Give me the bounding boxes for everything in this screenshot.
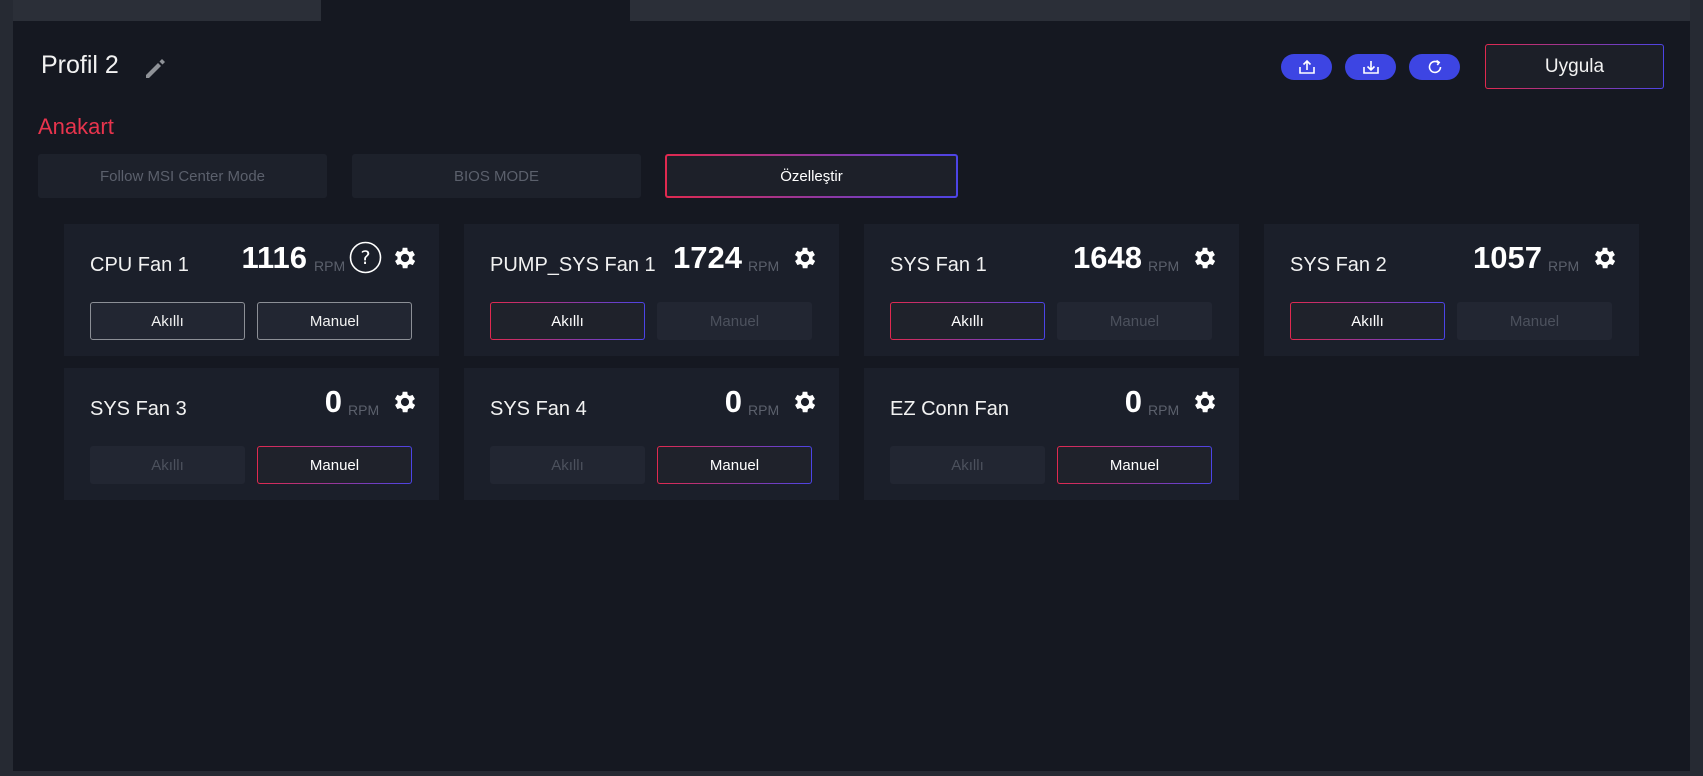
fan-rpm-unit: RPM — [1548, 258, 1580, 274]
smart-button[interactable]: Akıllı — [90, 302, 245, 340]
manual-button[interactable]: Manuel — [657, 446, 812, 484]
top-tab-active[interactable] — [321, 0, 630, 21]
mode-bios[interactable]: BIOS MODE — [352, 154, 641, 198]
fan-rpm: 1648 — [1073, 240, 1142, 275]
top-tab-bar — [13, 0, 1690, 21]
manual-button[interactable]: Manuel — [657, 302, 812, 340]
fan-name: SYS Fan 1 — [890, 254, 987, 276]
fan-rpm: 0 — [724, 384, 742, 419]
manual-button[interactable]: Manuel — [257, 446, 412, 484]
reset-icon — [1428, 59, 1441, 74]
reset-button[interactable] — [1409, 54, 1460, 80]
fan-name: EZ Conn Fan — [890, 398, 1009, 420]
fan-rpm-unit: RPM — [748, 258, 780, 274]
main-panel: Profil 2 Uygula Anakart Follow MSI Cente… — [13, 21, 1690, 771]
export-icon — [1298, 59, 1315, 74]
import-button[interactable] — [1345, 54, 1396, 80]
fan-rpm-unit: RPM — [348, 402, 380, 418]
smart-button[interactable]: Akıllı — [490, 302, 645, 340]
svg-text:?: ? — [360, 247, 370, 269]
fan-card-sys-fan-1: SYS Fan 1 1648 RPM Akıllı Manuel — [864, 224, 1239, 356]
fan-rpm-unit: RPM — [1148, 402, 1180, 418]
fan-rpm: 0 — [324, 384, 342, 419]
fan-card-ez-conn-fan: EZ Conn Fan 0 RPM Akıllı Manuel — [864, 368, 1239, 500]
fan-rpm: 1724 — [673, 240, 742, 275]
section-title: Anakart — [38, 114, 114, 139]
fan-name: SYS Fan 2 — [1290, 254, 1387, 276]
fan-name: PUMP_SYS Fan 1 — [490, 254, 656, 276]
smart-button[interactable]: Akıllı — [890, 302, 1045, 340]
profile-title: Profil 2 — [41, 51, 119, 79]
top-tab-left[interactable] — [13, 0, 321, 21]
fan-rpm-unit: RPM — [1148, 258, 1180, 274]
manual-button[interactable]: Manuel — [1057, 302, 1212, 340]
fan-name: SYS Fan 3 — [90, 398, 187, 420]
smart-button[interactable]: Akıllı — [890, 446, 1045, 484]
manual-button[interactable]: Manuel — [1457, 302, 1612, 340]
fan-rpm: 1116 — [241, 240, 307, 275]
help-icon[interactable]: ? — [349, 241, 382, 274]
gear-icon[interactable] — [791, 388, 819, 416]
fan-rpm: 0 — [1124, 384, 1142, 419]
smart-button[interactable]: Akıllı — [1290, 302, 1445, 340]
manual-button[interactable]: Manuel — [1057, 446, 1212, 484]
fan-card-sys-fan-4: SYS Fan 4 0 RPM Akıllı Manuel — [464, 368, 839, 500]
gear-icon[interactable] — [1191, 388, 1219, 416]
fan-card-sys-fan-3: SYS Fan 3 0 RPM Akıllı Manuel — [64, 368, 439, 500]
gear-icon[interactable] — [391, 388, 419, 416]
fan-card-cpu-fan-1: CPU Fan 1 1116 RPM ? Akıllı Manuel — [64, 224, 439, 356]
fan-name: CPU Fan 1 — [90, 254, 189, 276]
fan-rpm: 1057 — [1473, 240, 1542, 275]
smart-button[interactable]: Akıllı — [490, 446, 645, 484]
mode-customize[interactable]: Özelleştir — [665, 154, 958, 198]
fan-rpm-unit: RPM — [314, 258, 346, 274]
export-button[interactable] — [1281, 54, 1332, 80]
gear-icon[interactable] — [391, 244, 419, 272]
top-tab-right[interactable] — [630, 0, 1690, 21]
fan-rpm-unit: RPM — [748, 402, 780, 418]
fan-card-sys-fan-2: SYS Fan 2 1057 RPM Akıllı Manuel — [1264, 224, 1639, 356]
import-icon — [1362, 61, 1379, 74]
gear-icon[interactable] — [1191, 244, 1219, 272]
gear-icon[interactable] — [791, 244, 819, 272]
manual-button[interactable]: Manuel — [257, 302, 412, 340]
gear-icon[interactable] — [1591, 244, 1619, 272]
apply-button[interactable]: Uygula — [1485, 44, 1664, 89]
fan-name: SYS Fan 4 — [490, 398, 587, 420]
edit-icon[interactable] — [140, 53, 170, 83]
fan-card-pump-sys-fan-1: PUMP_SYS Fan 1 1724 RPM Akıllı Manuel — [464, 224, 839, 356]
smart-button[interactable]: Akıllı — [90, 446, 245, 484]
mode-follow-msi-center[interactable]: Follow MSI Center Mode — [38, 154, 327, 198]
